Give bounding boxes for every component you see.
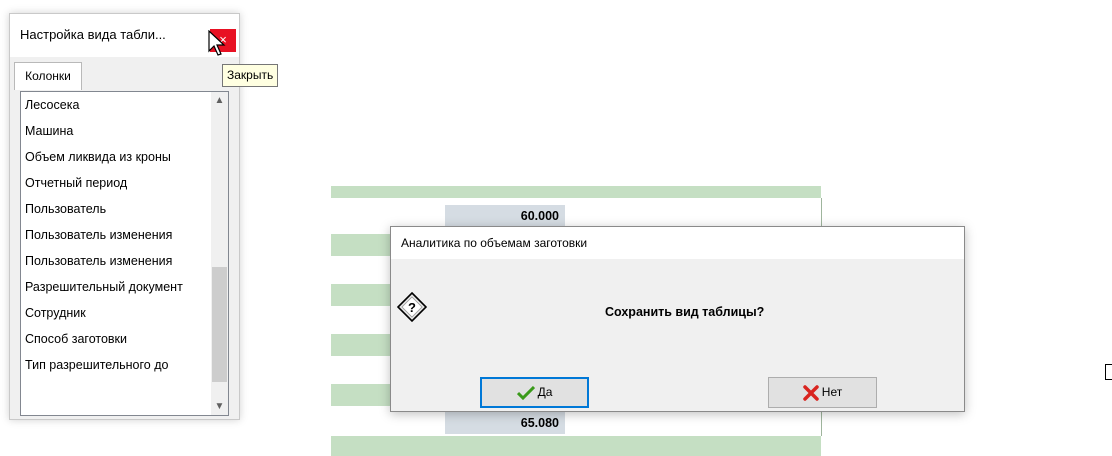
list-item[interactable]: Пользователь	[25, 196, 211, 222]
dialog-message: Сохранить вид таблицы?	[605, 305, 765, 319]
list-item[interactable]: Пользователь изменения	[25, 248, 211, 274]
tab-columns[interactable]: Колонки	[14, 62, 82, 90]
list-item[interactable]: Объем ликвида из кроны	[25, 144, 211, 170]
no-button[interactable]: Нет	[768, 377, 877, 408]
close-tooltip: Закрыть	[222, 64, 279, 87]
grid-value-cell[interactable]: 60.000	[445, 205, 565, 227]
close-button[interactable]: ×	[210, 29, 236, 52]
settings-title-bar[interactable]: Настройка вида табли... ×	[10, 14, 239, 57]
red-cross-icon	[803, 385, 819, 401]
grid-row	[331, 436, 821, 456]
settings-title: Настройка вида табли...	[20, 27, 166, 42]
close-icon: ×	[219, 32, 227, 47]
dialog-title-bar[interactable]: Аналитика по объемам заготовки	[391, 227, 964, 259]
question-icon: ?	[397, 292, 427, 322]
dialog-title: Аналитика по объемам заготовки	[401, 236, 588, 250]
svg-text:?: ?	[408, 300, 416, 315]
list-item[interactable]: Отчетный период	[25, 170, 211, 196]
grid-value-cell[interactable]: 65.080	[445, 412, 565, 434]
list-item[interactable]: Разрешительный документ	[25, 274, 211, 300]
list-scrollbar[interactable]: ▲ ▼	[211, 92, 228, 415]
yes-button-label: Да	[537, 385, 553, 399]
tab-strip: Колонки	[12, 58, 237, 91]
checkmark-icon	[516, 385, 535, 400]
list-item[interactable]: Машина	[25, 118, 211, 144]
save-view-dialog: Аналитика по объемам заготовки ? Сохрани…	[390, 226, 965, 412]
partial-control-edge	[1105, 364, 1112, 380]
list-item[interactable]: Способ заготовки	[25, 326, 211, 352]
list-item[interactable]: Сотрудник	[25, 300, 211, 326]
grid-row	[331, 186, 821, 198]
scroll-up-arrow-icon[interactable]: ▲	[211, 92, 228, 109]
columns-list[interactable]: Лесосека Машина Объем ликвида из кроны О…	[20, 91, 229, 416]
table-view-settings-window: Настройка вида табли... × Колонки Лесосе…	[9, 13, 240, 420]
list-item[interactable]: Лесосека	[25, 92, 211, 118]
scroll-down-arrow-icon[interactable]: ▼	[211, 398, 228, 415]
yes-button[interactable]: Да	[480, 377, 589, 408]
list-item[interactable]: Тип разрешительного до	[25, 352, 211, 378]
scroll-thumb[interactable]	[212, 267, 227, 382]
list-item[interactable]: Пользователь изменения	[25, 222, 211, 248]
no-button-label: Нет	[821, 385, 843, 399]
